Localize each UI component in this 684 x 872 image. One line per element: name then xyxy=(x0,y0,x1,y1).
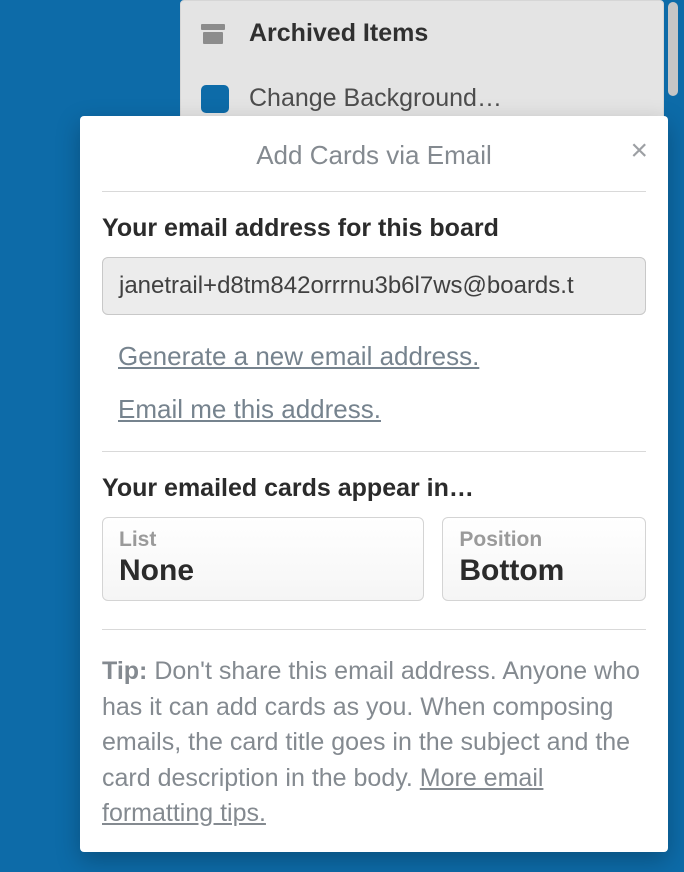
tip-body: Don't share this email address. Anyone w… xyxy=(102,657,640,792)
divider xyxy=(102,451,646,452)
popover-title: Add Cards via Email xyxy=(256,140,492,170)
menu-item-label: Change Background… xyxy=(249,84,502,113)
selector-label: Position xyxy=(459,528,629,552)
position-selector[interactable]: Position Bottom xyxy=(442,517,646,601)
email-me-link[interactable]: Email me this address. xyxy=(118,394,646,425)
board-email-field[interactable]: janetrail+d8tm842orrrnu3b6l7ws@boards.t xyxy=(102,257,646,315)
archive-icon xyxy=(201,24,225,44)
color-swatch-icon xyxy=(201,85,229,113)
menu-item-archived[interactable]: Archived Items xyxy=(181,1,663,66)
menu-item-label: Archived Items xyxy=(249,19,428,48)
email-address-label: Your email address for this board xyxy=(102,214,646,243)
divider xyxy=(102,629,646,630)
cards-appear-label: Your emailed cards appear in… xyxy=(102,474,646,503)
email-to-board-popover: Add Cards via Email × Your email address… xyxy=(80,116,668,852)
popover-header: Add Cards via Email × xyxy=(102,132,646,192)
generate-email-link[interactable]: Generate a new email address. xyxy=(118,341,646,372)
selector-value: Bottom xyxy=(459,554,629,588)
board-menu-panel: Archived Items Change Background… xyxy=(180,0,664,132)
scrollbar[interactable] xyxy=(668,2,678,96)
placement-selectors: List None Position Bottom xyxy=(102,517,646,601)
selector-label: List xyxy=(119,528,407,552)
email-actions: Generate a new email address. Email me t… xyxy=(102,341,646,425)
close-icon[interactable]: × xyxy=(630,136,648,166)
tip-text: Tip: Don't share this email address. Any… xyxy=(102,652,646,832)
tip-label: Tip: xyxy=(102,657,147,685)
list-selector[interactable]: List None xyxy=(102,517,424,601)
selector-value: None xyxy=(119,554,407,588)
